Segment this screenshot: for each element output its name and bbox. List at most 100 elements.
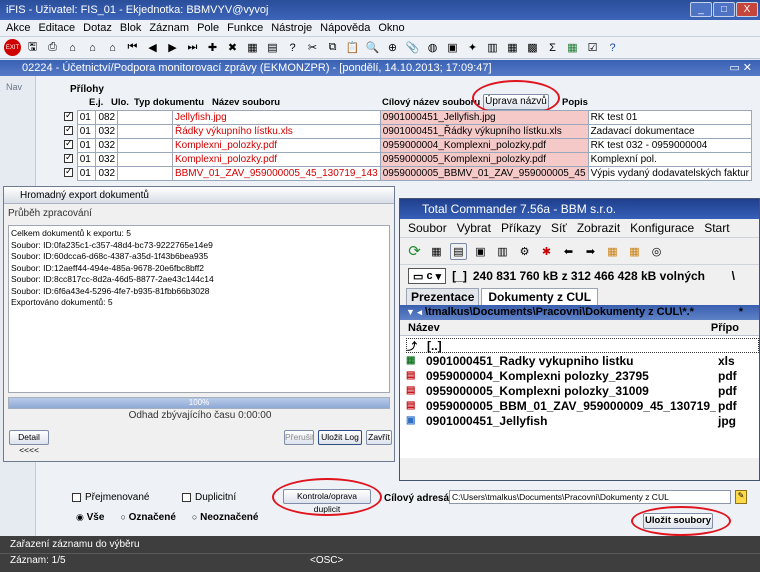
save-icon[interactable]: 🖫 bbox=[24, 39, 41, 56]
nav-label[interactable]: Nav bbox=[6, 82, 22, 92]
check-icon[interactable]: ☑ bbox=[584, 39, 601, 56]
menu-zaznam[interactable]: Záznam bbox=[149, 22, 189, 34]
menu-okno[interactable]: Okno bbox=[378, 22, 404, 34]
cell-popis[interactable]: RK test 01 bbox=[587, 110, 753, 125]
detail-button[interactable]: Detail <<<< bbox=[9, 430, 49, 455]
col-name[interactable]: Název bbox=[408, 322, 440, 334]
cell-ulo[interactable]: 032 bbox=[95, 124, 119, 139]
menu-pole[interactable]: Pole bbox=[197, 22, 219, 34]
calculator-icon[interactable]: ▩ bbox=[524, 39, 541, 56]
zoom-icon[interactable]: ⊕ bbox=[384, 39, 401, 56]
table-row[interactable]: 01 032 Komplexni_polozky.pdf 0959000005_… bbox=[62, 152, 753, 167]
next-record-icon[interactable]: ▶ bbox=[164, 39, 181, 56]
row-checkbox[interactable] bbox=[64, 153, 73, 163]
cell-ej[interactable]: 01 bbox=[76, 110, 97, 125]
icons-view-icon[interactable]: ▦ bbox=[428, 243, 445, 260]
excel-icon[interactable]: ▦ bbox=[564, 39, 581, 56]
star-icon[interactable]: ✦ bbox=[464, 39, 481, 56]
radio-marked[interactable]: ○ Označené bbox=[120, 512, 175, 523]
cell-nazev[interactable]: Řádky výkupního lístku.xls bbox=[171, 124, 381, 139]
radio-all[interactable]: ◉ Vše bbox=[76, 512, 104, 523]
renamed-filter[interactable]: Přejmenované bbox=[72, 492, 149, 503]
cell-ej[interactable]: 01 bbox=[76, 138, 97, 153]
tc-menu-prikazy[interactable]: Příkazy bbox=[501, 221, 541, 235]
cell-ulo[interactable]: 032 bbox=[95, 152, 119, 167]
print-icon[interactable]: ⎙ bbox=[44, 39, 61, 56]
attach-icon[interactable]: 📎 bbox=[404, 39, 421, 56]
row-checkbox[interactable] bbox=[64, 139, 73, 149]
cell-popis[interactable]: RK test 032 - 0959000004 bbox=[587, 138, 753, 153]
cell-nazev[interactable]: Komplexni_polozky.pdf bbox=[171, 152, 381, 167]
radio-unmarked[interactable]: ○ Neoznačené bbox=[192, 512, 259, 523]
sum-icon[interactable]: Σ bbox=[544, 39, 561, 56]
search-icon[interactable]: 🔍 bbox=[364, 39, 381, 56]
calendar-icon[interactable]: ▤ bbox=[264, 39, 281, 56]
row-checkbox[interactable] bbox=[64, 111, 73, 121]
path-dropdown-icon[interactable]: ▼ ◂ bbox=[406, 307, 422, 317]
renamed-checkbox[interactable] bbox=[72, 493, 81, 502]
export-log[interactable]: Celkem dokumentů k exportu: 5 Soubor: ID… bbox=[8, 225, 390, 393]
menu-nastroje[interactable]: Nástroje bbox=[271, 22, 312, 34]
copy-icon[interactable]: ⧉ bbox=[324, 39, 341, 56]
menu-napoveda[interactable]: Nápověda bbox=[320, 22, 370, 34]
thumbnail-icon[interactable]: ▣ bbox=[472, 243, 489, 260]
cell-cilovy[interactable]: 0959000004_Komplexni_polozky.pdf bbox=[379, 138, 589, 153]
list-item[interactable]: ▤ 0959000004_Komplexni polozky_23795 pdf bbox=[406, 368, 759, 383]
tc-path-bar[interactable]: ▼ ◂ \tmalkus\Documents\Pracovni\Dokument… bbox=[400, 305, 759, 320]
table-row[interactable]: 01 082 Jellyfish.jpg 0901000451_Jellyfis… bbox=[62, 110, 753, 125]
exit-icon[interactable]: EXIT bbox=[4, 39, 21, 56]
cell-cilovy[interactable]: 0901000451_Řádky výkupního lístku.xls bbox=[379, 124, 589, 139]
cell-popis[interactable]: Výpis vydaný dodavatelských faktur bbox=[587, 166, 753, 181]
interrupt-button[interactable]: Přerušit bbox=[284, 430, 314, 445]
cell-cilovy[interactable]: 0901000451_Jellyfish.jpg bbox=[379, 110, 589, 125]
menu-editace[interactable]: Editace bbox=[38, 22, 75, 34]
cell-ej[interactable]: 01 bbox=[76, 152, 97, 167]
first-record-icon[interactable]: ⏮ bbox=[124, 39, 141, 56]
window-controls-icon[interactable]: ▭ ✕ bbox=[729, 60, 752, 76]
home-icon[interactable]: ⌂ bbox=[64, 39, 81, 56]
menu-dotaz[interactable]: Dotaz bbox=[83, 22, 112, 34]
network-icon[interactable]: ◎ bbox=[648, 243, 665, 260]
cell-popis[interactable]: Komplexní pol. bbox=[587, 152, 753, 167]
query-icon[interactable]: ? bbox=[284, 39, 301, 56]
table-row[interactable]: 01 032 Komplexni_polozky.pdf 0959000004_… bbox=[62, 138, 753, 153]
list-item[interactable]: ▦ 0901000451_Radky vykupniho listku xls bbox=[406, 353, 759, 368]
tc-menu-soubor[interactable]: Soubor bbox=[408, 221, 447, 235]
delete-record-icon[interactable]: ✖ bbox=[224, 39, 241, 56]
forward-icon[interactable]: ➡ bbox=[582, 243, 599, 260]
close-dialog-button[interactable]: Zavřít bbox=[366, 430, 392, 445]
back-icon[interactable]: ⬅ bbox=[560, 243, 577, 260]
help-icon[interactable]: ? bbox=[604, 39, 621, 56]
cell-ulo[interactable]: 082 bbox=[95, 110, 119, 125]
row-checkbox[interactable] bbox=[64, 125, 73, 135]
minimize-button[interactable]: _ bbox=[690, 2, 712, 17]
grid-icon[interactable]: ▦ bbox=[244, 39, 261, 56]
box-icon[interactable]: ▣ bbox=[444, 39, 461, 56]
select-icon[interactable]: ✱ bbox=[538, 243, 555, 260]
path-star[interactable]: * bbox=[739, 305, 743, 320]
add-record-icon[interactable]: ✚ bbox=[204, 39, 221, 56]
menu-blok[interactable]: Blok bbox=[120, 22, 141, 34]
drive-select[interactable]: ▭ c ▾ bbox=[408, 268, 447, 284]
cell-ulo[interactable]: 032 bbox=[95, 166, 119, 181]
tc-menu-sit[interactable]: Síť bbox=[551, 221, 567, 235]
row-checkbox[interactable] bbox=[64, 167, 73, 177]
cell-typ[interactable] bbox=[117, 138, 173, 153]
folder-browse-icon[interactable]: ✎ bbox=[735, 490, 747, 504]
menu-funkce[interactable]: Funkce bbox=[227, 22, 263, 34]
cell-cilovy[interactable]: 0959000005_BBMV_01_ZAV_959000005_45 bbox=[379, 166, 589, 181]
col-ext[interactable]: Přípo bbox=[711, 322, 739, 334]
list-item[interactable]: ⤴ [..] bbox=[406, 338, 759, 353]
cell-ej[interactable]: 01 bbox=[76, 166, 97, 181]
cell-ej[interactable]: 01 bbox=[76, 124, 97, 139]
list-item[interactable]: ▤ 0959000005_Komplexni polozky_31009 pdf bbox=[406, 383, 759, 398]
cell-nazev[interactable]: Jellyfish.jpg bbox=[171, 110, 381, 125]
tc-menu-start[interactable]: Start bbox=[704, 221, 729, 235]
cell-typ[interactable] bbox=[117, 152, 173, 167]
unpack-icon[interactable]: ▦ bbox=[626, 243, 643, 260]
cell-typ[interactable] bbox=[117, 166, 173, 181]
home-add-icon[interactable]: ⌂ bbox=[84, 39, 101, 56]
cell-typ[interactable] bbox=[117, 110, 173, 125]
refresh-icon[interactable]: ⟳ bbox=[406, 243, 423, 260]
cell-nazev[interactable]: Komplexni_polozky.pdf bbox=[171, 138, 381, 153]
